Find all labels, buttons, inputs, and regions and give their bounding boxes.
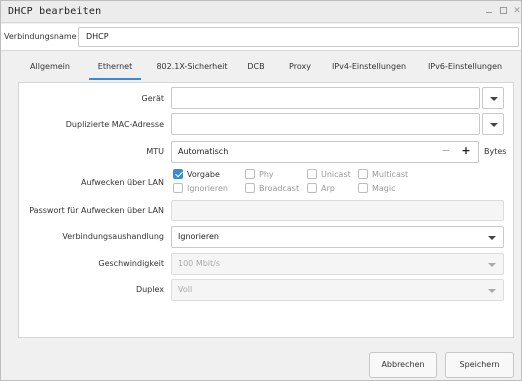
- speed-label: Geschwindigkeit: [98, 259, 164, 268]
- negotiation-label: Verbindungsaushandlung: [62, 232, 164, 241]
- connection-name-label: Verbindungsname: [4, 32, 77, 41]
- mtu-input[interactable]: Automatisch: [171, 141, 479, 163]
- tab-ipv4-settings[interactable]: IPv4-Einstellungen: [325, 53, 413, 80]
- wol-password-input[interactable]: [171, 200, 504, 221]
- close-icon[interactable]: ✕: [511, 5, 522, 17]
- device-dropdown-button[interactable]: [482, 87, 504, 109]
- chevron-down-icon: [488, 289, 496, 293]
- mtu-increase-button[interactable]: +: [457, 141, 475, 161]
- speed-select[interactable]: 100 Mbit/s: [171, 253, 504, 275]
- duplex-label: Duplex: [135, 285, 164, 294]
- tab-8021x-security[interactable]: 802.1X-Sicherheit: [149, 53, 235, 80]
- connection-name-input[interactable]: DHCP: [78, 27, 519, 47]
- minimize-icon[interactable]: [483, 5, 495, 17]
- negotiation-select[interactable]: Ignorieren: [171, 226, 504, 248]
- connection-name-bar: Verbindungsname DHCP: [1, 24, 521, 51]
- wol-default-checkbox[interactable]: Vorgabe: [173, 169, 233, 181]
- window-title: DHCP bearbeiten: [8, 6, 102, 17]
- chevron-down-icon: [488, 236, 496, 240]
- wol-ignore-checkbox[interactable]: Ignorieren: [173, 183, 233, 195]
- chevron-down-icon: [490, 97, 498, 101]
- duplex-value: Voll: [178, 285, 193, 294]
- tab-dcb[interactable]: DCB: [241, 53, 271, 80]
- wol-label: Aufwecken über LAN: [81, 178, 164, 187]
- maximize-icon[interactable]: [497, 5, 509, 17]
- wol-multicast-checkbox[interactable]: Multicast: [358, 169, 413, 181]
- device-label: Gerät: [141, 94, 164, 103]
- negotiation-value: Ignorieren: [178, 232, 219, 241]
- speed-value: 100 Mbit/s: [178, 259, 221, 268]
- tab-ethernet[interactable]: Ethernet: [89, 53, 141, 80]
- mac-address-label: Duplizierte MAC-Adresse: [65, 120, 164, 129]
- wol-arp-checkbox[interactable]: Arp: [307, 183, 347, 195]
- checkmark-icon: [173, 169, 183, 179]
- wol-unicast-checkbox[interactable]: Unicast: [307, 169, 357, 181]
- mtu-unit-label: Bytes: [484, 147, 507, 156]
- title-bar[interactable]: DHCP bearbeiten ✕: [1, 1, 521, 23]
- save-button[interactable]: Speichern: [445, 352, 514, 378]
- tab-proxy[interactable]: Proxy: [283, 53, 317, 80]
- mac-address-dropdown-button[interactable]: [482, 113, 504, 135]
- mtu-decrease-button[interactable]: −: [437, 141, 455, 161]
- chevron-down-icon: [490, 123, 498, 127]
- wol-magic-checkbox[interactable]: Magic: [358, 183, 403, 195]
- cancel-button[interactable]: Abbrechen: [369, 352, 437, 378]
- wol-broadcast-checkbox[interactable]: Broadcast: [245, 183, 305, 195]
- duplex-select[interactable]: Voll: [171, 279, 504, 301]
- device-combo[interactable]: [171, 87, 480, 109]
- wol-password-label: Passwort für Aufwecken über LAN: [29, 206, 164, 215]
- mtu-label: MTU: [146, 147, 164, 156]
- tab-ipv6-settings[interactable]: IPv6-Einstellungen: [421, 53, 509, 80]
- dialog-window: DHCP bearbeiten ✕ Verbindungsname DHCP A…: [0, 0, 522, 381]
- chevron-down-icon: [488, 263, 496, 267]
- tab-bar: Allgemein Ethernet 802.1X-Sicherheit DCB…: [1, 53, 521, 80]
- wol-phy-checkbox[interactable]: Phy: [245, 169, 285, 181]
- tab-general[interactable]: Allgemein: [21, 53, 79, 80]
- mac-address-combo[interactable]: [171, 113, 480, 135]
